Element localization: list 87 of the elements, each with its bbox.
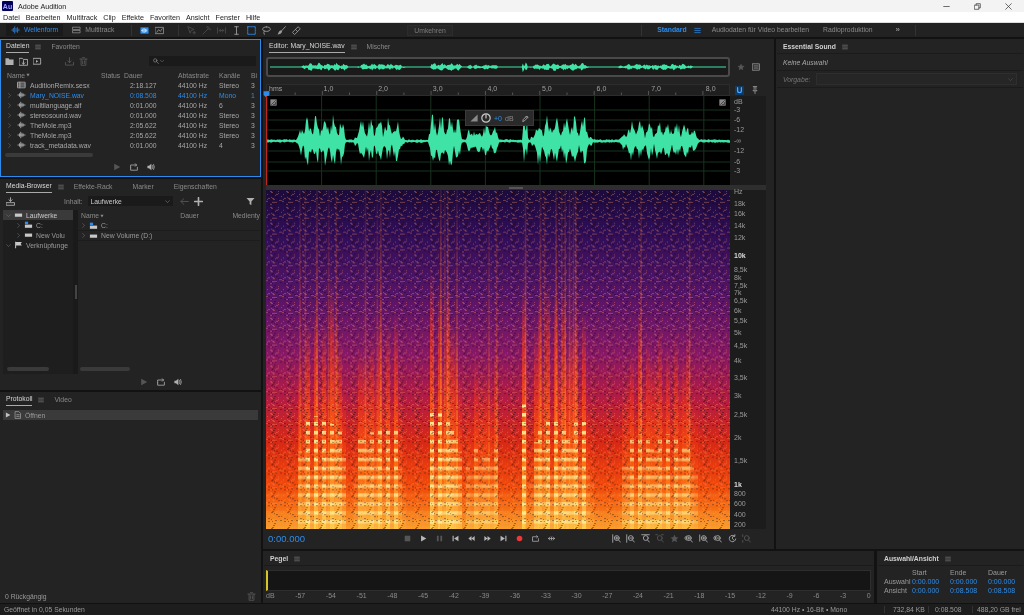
search-icon <box>153 58 159 64</box>
double-arrow-icon[interactable] <box>547 535 555 542</box>
caret-right-icon[interactable] <box>16 232 21 238</box>
fast-forward-icon[interactable] <box>483 535 491 542</box>
play-icon[interactable] <box>419 535 427 542</box>
lasso-tool-icon[interactable] <box>262 25 272 35</box>
brush-tool-icon[interactable] <box>277 25 287 35</box>
close-icon[interactable] <box>1005 2 1012 10</box>
caret-down-icon <box>164 198 170 204</box>
back-arrow-icon[interactable] <box>179 196 189 206</box>
marquee-tool-icon[interactable] <box>247 25 257 35</box>
loop-icon[interactable] <box>531 535 539 542</box>
plus-icon[interactable] <box>193 196 203 206</box>
speaker-icon[interactable] <box>146 162 155 171</box>
caret-right-icon[interactable] <box>81 223 86 228</box>
sort-arrow-icon <box>100 213 105 218</box>
loop-icon[interactable] <box>156 377 165 386</box>
filter-icon[interactable] <box>246 196 255 206</box>
caret-down-icon[interactable] <box>6 242 11 248</box>
skip-to-end-icon[interactable] <box>499 535 507 542</box>
waveform-icon <box>17 131 26 139</box>
waveform-icon <box>17 91 26 99</box>
splitter-handle[interactable] <box>74 285 77 299</box>
magnet-icon[interactable] <box>735 85 744 95</box>
menu-icon[interactable] <box>693 26 701 34</box>
drive-icon[interactable] <box>6 196 15 206</box>
menu-icon[interactable] <box>944 555 951 562</box>
time-selection-tool-icon[interactable] <box>232 25 242 35</box>
stop-icon[interactable] <box>403 535 411 542</box>
star-icon[interactable] <box>669 534 679 543</box>
folder-icon[interactable] <box>5 56 14 66</box>
drive-icon <box>24 231 33 239</box>
waveform-icon <box>17 121 26 129</box>
rotate-icon[interactable] <box>727 534 737 543</box>
loop-icon[interactable] <box>129 162 138 171</box>
record-icon[interactable] <box>515 535 523 542</box>
tray-icon[interactable] <box>65 56 74 66</box>
trash-icon[interactable] <box>79 56 88 66</box>
waveform-icon <box>17 141 26 149</box>
corner-handle-icon[interactable] <box>270 99 277 106</box>
menu-icon[interactable] <box>841 43 848 50</box>
spectral-view-icon[interactable] <box>155 25 165 35</box>
zoom-in-icon[interactable] <box>611 534 621 543</box>
caret-down-icon <box>160 59 164 63</box>
caret-right-icon[interactable] <box>81 233 86 238</box>
menu-icon[interactable] <box>350 44 357 50</box>
rewind-icon[interactable] <box>467 535 475 542</box>
overview-navigator[interactable] <box>266 57 730 77</box>
skip-to-start-icon[interactable] <box>451 535 459 542</box>
multitrack-icon <box>72 26 82 34</box>
waveform-view-icon[interactable] <box>140 25 150 35</box>
star-icon[interactable] <box>737 63 745 71</box>
pause-icon[interactable] <box>435 535 443 542</box>
play-box-icon[interactable] <box>33 56 42 66</box>
drive-icon <box>14 211 23 219</box>
menu-icon[interactable] <box>38 397 45 403</box>
list-icon[interactable] <box>752 63 760 71</box>
waveform-icon <box>11 26 20 34</box>
document-icon <box>14 411 22 419</box>
pin-icon[interactable] <box>751 86 759 94</box>
menu-icon[interactable] <box>294 555 301 562</box>
session-file-icon <box>17 81 26 89</box>
waveform-icon <box>17 101 26 109</box>
playhead-icon[interactable] <box>263 91 270 98</box>
splitter-handle[interactable] <box>509 186 523 189</box>
play-icon <box>5 412 11 418</box>
zoom-in-icon[interactable] <box>698 534 708 543</box>
restore-icon[interactable] <box>974 2 981 10</box>
more-workspaces-button[interactable]: » <box>895 26 900 34</box>
waveform-icon <box>17 111 26 119</box>
corner-handle-icon[interactable] <box>719 99 726 106</box>
flag-icon <box>14 241 23 249</box>
bandage-icon[interactable] <box>292 25 302 35</box>
zoom-in-icon[interactable] <box>684 534 694 543</box>
import-folder-icon[interactable] <box>19 56 28 66</box>
caret-right-icon[interactable] <box>16 222 21 228</box>
drive-icon <box>24 221 33 229</box>
trash-icon[interactable] <box>247 591 256 601</box>
menu-icon[interactable] <box>35 44 42 50</box>
drive-icon <box>89 221 98 230</box>
search-field[interactable] <box>149 56 256 66</box>
zoom-icon[interactable] <box>640 534 650 543</box>
time-display: 0:00.000 <box>268 533 306 544</box>
menu-icon[interactable] <box>57 184 64 190</box>
zoom-out-icon[interactable] <box>626 534 636 543</box>
speaker-icon[interactable] <box>173 377 182 386</box>
zoom-out-icon[interactable] <box>713 534 723 543</box>
